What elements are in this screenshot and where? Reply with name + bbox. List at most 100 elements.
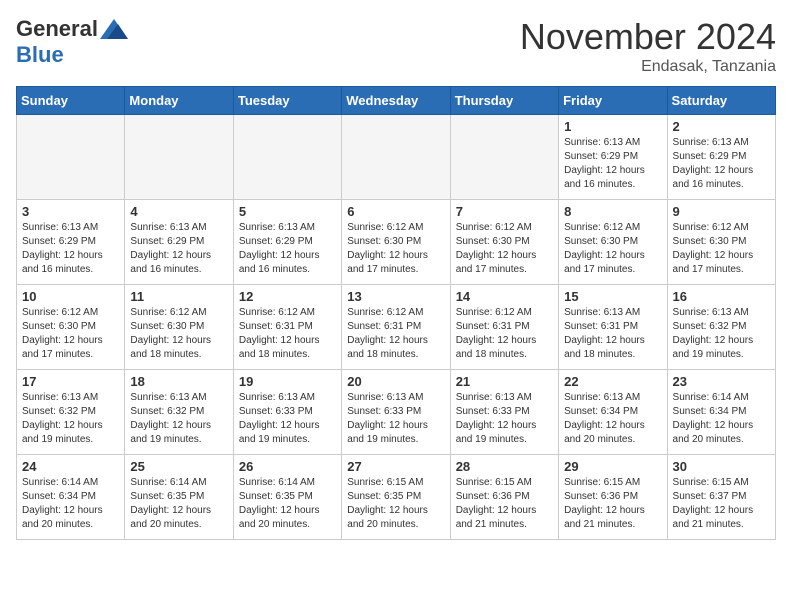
- day-info: Sunrise: 6:12 AM Sunset: 6:30 PM Dayligh…: [130, 306, 227, 362]
- day-info: Sunrise: 6:12 AM Sunset: 6:30 PM Dayligh…: [456, 221, 553, 277]
- day-info: Sunrise: 6:12 AM Sunset: 6:30 PM Dayligh…: [22, 306, 119, 362]
- day-info: Sunrise: 6:13 AM Sunset: 6:34 PM Dayligh…: [564, 391, 661, 447]
- page-header: General Blue November 2024 Endasak, Tanz…: [16, 16, 776, 76]
- day-info: Sunrise: 6:13 AM Sunset: 6:29 PM Dayligh…: [22, 221, 119, 277]
- calendar-cell: 6 Sunrise: 6:12 AM Sunset: 6:30 PM Daylig…: [342, 200, 450, 285]
- title-block: November 2024 Endasak, Tanzania: [520, 16, 776, 76]
- day-number: 18: [130, 374, 227, 389]
- day-number: 11: [130, 289, 227, 304]
- day-number: 22: [564, 374, 661, 389]
- calendar-cell: [450, 115, 558, 200]
- day-number: 28: [456, 459, 553, 474]
- day-number: 24: [22, 459, 119, 474]
- calendar-cell: 16 Sunrise: 6:13 AM Sunset: 6:32 PM Dayli…: [667, 285, 775, 370]
- calendar-cell: 28 Sunrise: 6:15 AM Sunset: 6:36 PM Dayli…: [450, 455, 558, 540]
- day-info: Sunrise: 6:12 AM Sunset: 6:30 PM Dayligh…: [673, 221, 770, 277]
- day-info: Sunrise: 6:12 AM Sunset: 6:31 PM Dayligh…: [347, 306, 444, 362]
- calendar-week-row: 24 Sunrise: 6:14 AM Sunset: 6:34 PM Dayli…: [17, 455, 776, 540]
- calendar-cell: 7 Sunrise: 6:12 AM Sunset: 6:30 PM Daylig…: [450, 200, 558, 285]
- weekday-header: Thursday: [450, 87, 558, 115]
- weekday-header: Monday: [125, 87, 233, 115]
- day-number: 15: [564, 289, 661, 304]
- calendar-cell: 1 Sunrise: 6:13 AM Sunset: 6:29 PM Daylig…: [559, 115, 667, 200]
- calendar-cell: 9 Sunrise: 6:12 AM Sunset: 6:30 PM Daylig…: [667, 200, 775, 285]
- day-info: Sunrise: 6:14 AM Sunset: 6:34 PM Dayligh…: [673, 391, 770, 447]
- day-info: Sunrise: 6:12 AM Sunset: 6:30 PM Dayligh…: [347, 221, 444, 277]
- calendar-cell: 20Sunrise: 6:13 AM Sunset: 6:33 PM Dayli…: [342, 370, 450, 455]
- calendar-cell: 13 Sunrise: 6:12 AM Sunset: 6:31 PM Dayli…: [342, 285, 450, 370]
- day-number: 6: [347, 204, 444, 219]
- calendar-cell: [125, 115, 233, 200]
- weekday-header: Wednesday: [342, 87, 450, 115]
- logo: General Blue: [16, 16, 128, 68]
- day-number: 3: [22, 204, 119, 219]
- day-number: 13: [347, 289, 444, 304]
- day-info: Sunrise: 6:15 AM Sunset: 6:36 PM Dayligh…: [456, 476, 553, 532]
- calendar-cell: 11 Sunrise: 6:12 AM Sunset: 6:30 PM Dayli…: [125, 285, 233, 370]
- calendar-cell: 15 Sunrise: 6:13 AM Sunset: 6:31 PM Dayli…: [559, 285, 667, 370]
- calendar-cell: [17, 115, 125, 200]
- day-number: 1: [564, 119, 661, 134]
- day-info: Sunrise: 6:15 AM Sunset: 6:37 PM Dayligh…: [673, 476, 770, 532]
- calendar-cell: 27 Sunrise: 6:15 AM Sunset: 6:35 PM Dayli…: [342, 455, 450, 540]
- day-info: Sunrise: 6:13 AM Sunset: 6:29 PM Dayligh…: [239, 221, 336, 277]
- day-number: 16: [673, 289, 770, 304]
- day-number: 27: [347, 459, 444, 474]
- calendar-week-row: 1 Sunrise: 6:13 AM Sunset: 6:29 PM Daylig…: [17, 115, 776, 200]
- day-number: 9: [673, 204, 770, 219]
- day-info: Sunrise: 6:14 AM Sunset: 6:35 PM Dayligh…: [239, 476, 336, 532]
- day-number: 14: [456, 289, 553, 304]
- day-info: Sunrise: 6:13 AM Sunset: 6:32 PM Dayligh…: [673, 306, 770, 362]
- calendar-cell: 22 Sunrise: 6:13 AM Sunset: 6:34 PM Dayli…: [559, 370, 667, 455]
- day-number: 5: [239, 204, 336, 219]
- calendar-week-row: 10 Sunrise: 6:12 AM Sunset: 6:30 PM Dayli…: [17, 285, 776, 370]
- calendar-cell: 10 Sunrise: 6:12 AM Sunset: 6:30 PM Dayli…: [17, 285, 125, 370]
- day-number: 30: [673, 459, 770, 474]
- day-info: Sunrise: 6:15 AM Sunset: 6:35 PM Dayligh…: [347, 476, 444, 532]
- day-info: Sunrise: 6:13 AM Sunset: 6:31 PM Dayligh…: [564, 306, 661, 362]
- logo-blue-text: Blue: [16, 42, 64, 67]
- day-info: Sunrise: 6:15 AM Sunset: 6:36 PM Dayligh…: [564, 476, 661, 532]
- day-number: 7: [456, 204, 553, 219]
- day-number: 10: [22, 289, 119, 304]
- logo-icon: [100, 19, 128, 39]
- calendar-cell: 26Sunrise: 6:14 AM Sunset: 6:35 PM Dayli…: [233, 455, 341, 540]
- calendar-cell: 5 Sunrise: 6:13 AM Sunset: 6:29 PM Daylig…: [233, 200, 341, 285]
- calendar-week-row: 3 Sunrise: 6:13 AM Sunset: 6:29 PM Daylig…: [17, 200, 776, 285]
- weekday-header: Tuesday: [233, 87, 341, 115]
- day-info: Sunrise: 6:13 AM Sunset: 6:33 PM Dayligh…: [239, 391, 336, 447]
- calendar-cell: 12Sunrise: 6:12 AM Sunset: 6:31 PM Dayli…: [233, 285, 341, 370]
- calendar-cell: 30 Sunrise: 6:15 AM Sunset: 6:37 PM Dayli…: [667, 455, 775, 540]
- day-info: Sunrise: 6:13 AM Sunset: 6:32 PM Dayligh…: [130, 391, 227, 447]
- calendar-cell: 18 Sunrise: 6:13 AM Sunset: 6:32 PM Dayli…: [125, 370, 233, 455]
- day-number: 21: [456, 374, 553, 389]
- calendar-cell: 14Sunrise: 6:12 AM Sunset: 6:31 PM Dayli…: [450, 285, 558, 370]
- calendar-cell: 4Sunrise: 6:13 AM Sunset: 6:29 PM Daylig…: [125, 200, 233, 285]
- day-info: Sunrise: 6:13 AM Sunset: 6:29 PM Dayligh…: [673, 136, 770, 192]
- day-info: Sunrise: 6:13 AM Sunset: 6:32 PM Dayligh…: [22, 391, 119, 447]
- day-number: 23: [673, 374, 770, 389]
- calendar-cell: 19 Sunrise: 6:13 AM Sunset: 6:33 PM Dayli…: [233, 370, 341, 455]
- calendar-cell: [342, 115, 450, 200]
- day-info: Sunrise: 6:14 AM Sunset: 6:35 PM Dayligh…: [130, 476, 227, 532]
- day-number: 19: [239, 374, 336, 389]
- calendar-cell: 29 Sunrise: 6:15 AM Sunset: 6:36 PM Dayli…: [559, 455, 667, 540]
- calendar-cell: 17Sunrise: 6:13 AM Sunset: 6:32 PM Dayli…: [17, 370, 125, 455]
- day-number: 29: [564, 459, 661, 474]
- day-info: Sunrise: 6:14 AM Sunset: 6:34 PM Dayligh…: [22, 476, 119, 532]
- weekday-header: Sunday: [17, 87, 125, 115]
- day-info: Sunrise: 6:12 AM Sunset: 6:30 PM Dayligh…: [564, 221, 661, 277]
- day-number: 8: [564, 204, 661, 219]
- day-info: Sunrise: 6:13 AM Sunset: 6:33 PM Dayligh…: [347, 391, 444, 447]
- location: Endasak, Tanzania: [520, 58, 776, 76]
- day-info: Sunrise: 6:13 AM Sunset: 6:29 PM Dayligh…: [130, 221, 227, 277]
- weekday-header: Saturday: [667, 87, 775, 115]
- weekday-header: Friday: [559, 87, 667, 115]
- day-info: Sunrise: 6:13 AM Sunset: 6:33 PM Dayligh…: [456, 391, 553, 447]
- day-number: 12: [239, 289, 336, 304]
- day-info: Sunrise: 6:13 AM Sunset: 6:29 PM Dayligh…: [564, 136, 661, 192]
- calendar-cell: 21 Sunrise: 6:13 AM Sunset: 6:33 PM Dayli…: [450, 370, 558, 455]
- calendar-table: SundayMondayTuesdayWednesdayThursdayFrid…: [16, 86, 776, 540]
- calendar-cell: 24 Sunrise: 6:14 AM Sunset: 6:34 PM Dayli…: [17, 455, 125, 540]
- logo-general-text: General: [16, 16, 98, 42]
